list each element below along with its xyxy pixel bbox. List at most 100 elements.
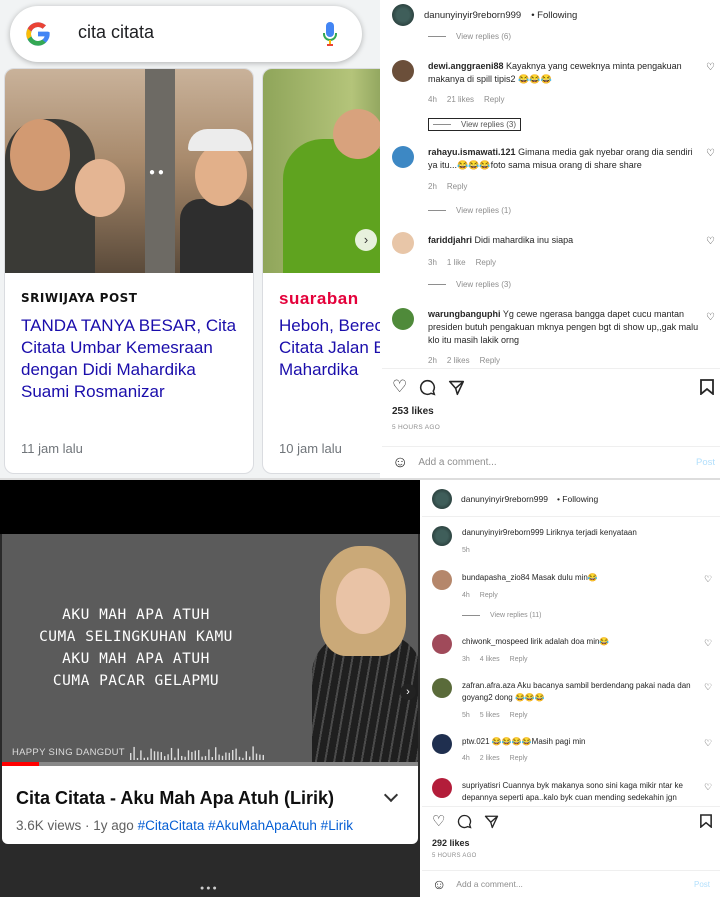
- waveform-bar: [255, 753, 258, 760]
- share-paper-plane-icon[interactable]: [448, 379, 465, 396]
- emoji-icon[interactable]: ☺: [392, 454, 408, 472]
- next-image-icon[interactable]: ›: [355, 229, 377, 251]
- likes-count[interactable]: 292 likes: [432, 838, 470, 848]
- expand-chevron-icon[interactable]: [383, 787, 399, 803]
- avatar[interactable]: [432, 678, 452, 698]
- avatar[interactable]: [432, 778, 452, 798]
- google-search-bar[interactable]: cita citata: [10, 6, 362, 62]
- hashtags[interactable]: #CitaCitata #AkuMahApaAtuh #Lirik: [138, 818, 353, 833]
- add-comment-input[interactable]: Add a comment...: [456, 879, 523, 889]
- waveform-bar: [170, 747, 173, 760]
- avatar[interactable]: [392, 308, 414, 330]
- like-heart-icon[interactable]: ♡: [706, 236, 715, 247]
- waveform-bar: [242, 757, 244, 760]
- avatar[interactable]: [432, 634, 452, 654]
- comment-likes[interactable]: 2 likes: [480, 755, 500, 762]
- instagram-comments-panel-2: danunyinyir9reborn999 • Following danuny…: [422, 480, 720, 897]
- post-button[interactable]: Post: [694, 880, 710, 889]
- like-heart-icon[interactable]: ♡: [704, 574, 712, 585]
- bookmark-icon[interactable]: [700, 379, 714, 395]
- reply-button[interactable]: Reply: [480, 592, 498, 599]
- comment-bubble-icon[interactable]: [457, 814, 472, 829]
- like-heart-icon[interactable]: ♡: [704, 682, 712, 693]
- likes-count[interactable]: 253 likes: [392, 406, 434, 417]
- view-replies[interactable]: View replies (11): [462, 612, 542, 619]
- like-heart-icon[interactable]: ♡: [706, 62, 715, 73]
- comment-likes[interactable]: 5 likes: [480, 712, 500, 719]
- reply-button[interactable]: Reply: [476, 258, 496, 267]
- comment-username[interactable]: dewi.anggraeni88: [428, 61, 504, 71]
- waveform-bar: [208, 749, 210, 760]
- following-label[interactable]: • Following: [557, 494, 598, 504]
- news-card-2[interactable]: › suaraban Heboh, Berec Citata Jalan B M…: [262, 68, 380, 474]
- avatar[interactable]: [432, 489, 452, 509]
- comment-username[interactable]: supriyatisri: [462, 781, 500, 790]
- waveform-bar: [201, 756, 203, 760]
- avatar[interactable]: [432, 734, 452, 754]
- view-replies[interactable]: View replies (3): [428, 280, 511, 289]
- action-bar-divider: [382, 368, 720, 369]
- following-label[interactable]: • Following: [531, 10, 577, 21]
- share-paper-plane-icon[interactable]: [484, 814, 499, 829]
- comment-username[interactable]: ptw.021: [462, 737, 490, 746]
- person-right-face: [195, 144, 247, 206]
- video-stats: 3.6K views · 1y ago #CitaCitata #AkuMahA…: [16, 818, 353, 833]
- comment-likes[interactable]: 4 likes: [480, 656, 500, 663]
- search-query[interactable]: cita citata: [78, 22, 154, 43]
- news-title[interactable]: TANDA TANYA BESAR, Cita Citata Umbar Kem…: [21, 315, 241, 403]
- like-heart-icon[interactable]: ♡: [704, 738, 712, 749]
- avatar[interactable]: [392, 4, 414, 26]
- like-heart-icon[interactable]: ♡: [392, 377, 407, 397]
- comment-username[interactable]: chiwonk_mospeed: [462, 637, 528, 646]
- next-video-icon[interactable]: ›: [400, 684, 416, 700]
- comment-username[interactable]: rahayu.ismawati.121: [428, 147, 516, 157]
- like-heart-icon[interactable]: ♡: [706, 148, 715, 159]
- comment-likes[interactable]: 21 likes: [447, 95, 474, 104]
- view-replies[interactable]: View replies (1): [428, 206, 511, 215]
- avatar[interactable]: [392, 146, 414, 168]
- reply-button[interactable]: Reply: [510, 712, 528, 719]
- microphone-icon[interactable]: [322, 20, 338, 48]
- slide-dots-icon: ● ●: [149, 167, 164, 178]
- bookmark-icon[interactable]: [700, 814, 712, 828]
- video-title[interactable]: Cita Citata - Aku Mah Apa Atuh (Lirik): [16, 788, 334, 809]
- avatar[interactable]: [392, 60, 414, 82]
- emoji-icon[interactable]: ☺: [432, 876, 446, 892]
- post-button[interactable]: Post: [696, 457, 715, 468]
- username[interactable]: danunyinyir9reborn999: [461, 494, 548, 504]
- news-title[interactable]: Heboh, Berec Citata Jalan B Mahardika: [279, 315, 380, 381]
- comment-username[interactable]: warungbanguphi: [428, 309, 501, 319]
- caption-text: danunyinyir9reborn999 Liriknya terjadi k…: [462, 528, 702, 537]
- waveform-bar: [194, 750, 196, 760]
- username[interactable]: danunyinyir9reborn999: [424, 10, 521, 21]
- like-heart-icon[interactable]: ♡: [706, 312, 715, 323]
- avatar[interactable]: [432, 570, 452, 590]
- news-card-1[interactable]: ● ● SRIWIJAYA POST TANDA TANYA BESAR, Ci…: [4, 68, 254, 474]
- view-replies[interactable]: View replies (6): [428, 32, 511, 41]
- comment-bubble-icon[interactable]: [419, 379, 436, 396]
- add-comment-input[interactable]: Add a comment...: [418, 457, 496, 468]
- comment-likes[interactable]: 2 likes: [447, 356, 470, 365]
- like-heart-icon[interactable]: ♡: [704, 782, 712, 793]
- view-replies[interactable]: View replies (3): [428, 118, 521, 131]
- comment-meta: 2h Reply: [428, 182, 467, 191]
- comment-likes[interactable]: 1 like: [447, 258, 466, 267]
- reply-button[interactable]: Reply: [484, 95, 504, 104]
- comment-username[interactable]: zafran.afra.aza: [462, 681, 515, 690]
- comment-username[interactable]: fariddjahri: [428, 235, 472, 245]
- comment-time: 4h: [428, 95, 437, 104]
- like-heart-icon[interactable]: ♡: [432, 812, 445, 830]
- reply-button[interactable]: Reply: [510, 755, 528, 762]
- reply-button[interactable]: Reply: [510, 656, 528, 663]
- caption-username[interactable]: danunyinyir9reborn999: [462, 528, 544, 537]
- waveform-bar: [153, 751, 156, 760]
- avatar[interactable]: [432, 526, 452, 546]
- comment-username[interactable]: bundapasha_zio84: [462, 573, 530, 582]
- like-heart-icon[interactable]: ♡: [704, 638, 712, 649]
- video-info: Cita Citata - Aku Mah Apa Atuh (Lirik) 3…: [2, 766, 418, 844]
- waveform-bar: [130, 753, 132, 760]
- reply-button[interactable]: Reply: [480, 356, 500, 365]
- reply-button[interactable]: Reply: [447, 182, 467, 191]
- video-player[interactable]: AKU MAH APA ATUH CUMA SELINGKUHAN KAMU A…: [2, 534, 418, 766]
- avatar[interactable]: [392, 232, 414, 254]
